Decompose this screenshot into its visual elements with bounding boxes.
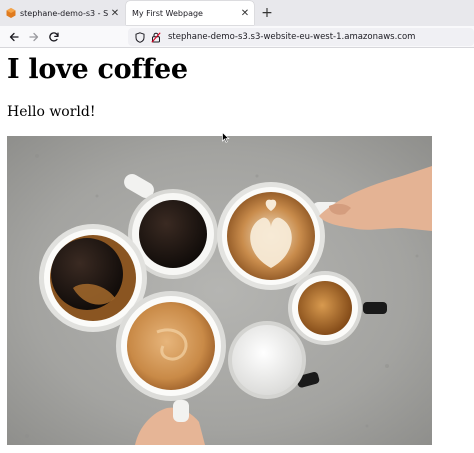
back-arrow-icon[interactable] xyxy=(6,29,22,45)
tab-s3-bucket[interactable]: stephane-demo-s3 - S3 bucket ✕ xyxy=(0,1,124,25)
tab-my-first-webpage[interactable]: My First Webpage ✕ xyxy=(126,1,254,25)
reload-icon[interactable] xyxy=(46,29,62,45)
insecure-lock-icon[interactable] xyxy=(150,31,162,43)
close-tab-icon[interactable]: ✕ xyxy=(238,8,252,19)
tab-title: stephane-demo-s3 - S3 bucket xyxy=(20,8,108,18)
page-paragraph: Hello world! xyxy=(7,104,96,120)
plus-icon[interactable]: + xyxy=(258,4,276,22)
address-bar[interactable]: stephane-demo-s3.s3-website-eu-west-1.am… xyxy=(128,28,474,46)
coffee-photo xyxy=(7,136,432,445)
forward-arrow-icon[interactable] xyxy=(26,29,42,45)
aws-s3-icon xyxy=(6,8,16,18)
close-tab-icon[interactable]: ✕ xyxy=(108,8,122,19)
url-text[interactable]: stephane-demo-s3.s3-website-eu-west-1.am… xyxy=(168,32,415,42)
mouse-cursor-icon xyxy=(222,132,230,143)
navigation-bar: stephane-demo-s3.s3-website-eu-west-1.am… xyxy=(0,26,474,48)
shield-icon[interactable] xyxy=(134,31,146,43)
tab-strip: stephane-demo-s3 - S3 bucket ✕ My First … xyxy=(0,0,474,26)
tab-title: My First Webpage xyxy=(132,8,203,18)
page-content: I love coffee Hello world! xyxy=(0,48,474,453)
page-heading: I love coffee xyxy=(7,54,188,85)
